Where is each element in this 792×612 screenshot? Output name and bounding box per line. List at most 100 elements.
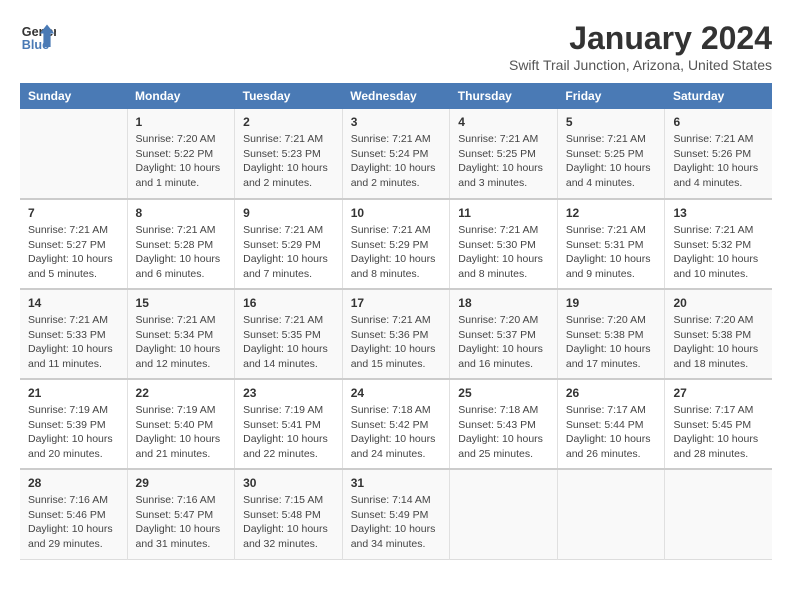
day-info: Sunrise: 7:21 AM Sunset: 5:27 PM Dayligh… [28, 223, 119, 282]
calendar-cell [20, 109, 127, 199]
day-info: Sunrise: 7:17 AM Sunset: 5:44 PM Dayligh… [566, 403, 657, 462]
page-header: General Blue January 2024 Swift Trail Ju… [20, 20, 772, 73]
day-number: 6 [673, 115, 764, 129]
day-number: 31 [351, 476, 442, 490]
day-number: 8 [136, 206, 227, 220]
week-row-2: 7 Sunrise: 7:21 AM Sunset: 5:27 PM Daylig… [20, 199, 772, 289]
day-info: Sunrise: 7:20 AM Sunset: 5:38 PM Dayligh… [673, 313, 764, 372]
day-number: 27 [673, 386, 764, 400]
calendar-cell: 21 Sunrise: 7:19 AM Sunset: 5:39 PM Dayli… [20, 379, 127, 469]
day-number: 9 [243, 206, 334, 220]
calendar-cell: 4 Sunrise: 7:21 AM Sunset: 5:25 PM Daylig… [450, 109, 558, 199]
day-number: 19 [566, 296, 657, 310]
column-header-thursday: Thursday [450, 83, 558, 109]
subtitle: Swift Trail Junction, Arizona, United St… [509, 57, 772, 73]
day-info: Sunrise: 7:21 AM Sunset: 5:24 PM Dayligh… [351, 132, 442, 191]
title-section: January 2024 Swift Trail Junction, Arizo… [509, 20, 772, 73]
column-header-tuesday: Tuesday [235, 83, 343, 109]
day-info: Sunrise: 7:21 AM Sunset: 5:25 PM Dayligh… [458, 132, 549, 191]
calendar-cell: 28 Sunrise: 7:16 AM Sunset: 5:46 PM Dayli… [20, 469, 127, 559]
day-number: 29 [136, 476, 227, 490]
day-number: 30 [243, 476, 334, 490]
calendar-cell: 16Sunrise: 7:21 AM Sunset: 5:35 PM Dayli… [235, 289, 343, 379]
calendar-cell: 24Sunrise: 7:18 AM Sunset: 5:42 PM Dayli… [342, 379, 450, 469]
calendar-cell: 5 Sunrise: 7:21 AM Sunset: 5:25 PM Daylig… [557, 109, 665, 199]
day-number: 23 [243, 386, 334, 400]
day-number: 22 [136, 386, 227, 400]
day-number: 10 [351, 206, 442, 220]
calendar-cell: 13Sunrise: 7:21 AM Sunset: 5:32 PM Dayli… [665, 199, 772, 289]
day-info: Sunrise: 7:21 AM Sunset: 5:25 PM Dayligh… [566, 132, 657, 191]
calendar-cell: 2 Sunrise: 7:21 AM Sunset: 5:23 PM Daylig… [235, 109, 343, 199]
day-info: Sunrise: 7:15 AM Sunset: 5:48 PM Dayligh… [243, 493, 334, 552]
calendar-cell [557, 469, 665, 559]
day-number: 17 [351, 296, 442, 310]
day-number: 3 [351, 115, 442, 129]
day-number: 20 [673, 296, 764, 310]
day-info: Sunrise: 7:21 AM Sunset: 5:35 PM Dayligh… [243, 313, 334, 372]
calendar-table: SundayMondayTuesdayWednesdayThursdayFrid… [20, 83, 772, 560]
calendar-cell: 31 Sunrise: 7:14 AM Sunset: 5:49 PM Dayli… [342, 469, 450, 559]
column-header-monday: Monday [127, 83, 235, 109]
day-number: 21 [28, 386, 119, 400]
header-row: SundayMondayTuesdayWednesdayThursdayFrid… [20, 83, 772, 109]
calendar-cell: 19Sunrise: 7:20 AM Sunset: 5:38 PM Dayli… [557, 289, 665, 379]
calendar-cell: 26 Sunrise: 7:17 AM Sunset: 5:44 PM Dayli… [557, 379, 665, 469]
day-info: Sunrise: 7:19 AM Sunset: 5:39 PM Dayligh… [28, 403, 119, 462]
column-header-saturday: Saturday [665, 83, 772, 109]
day-info: Sunrise: 7:18 AM Sunset: 5:42 PM Dayligh… [351, 403, 442, 462]
main-title: January 2024 [509, 20, 772, 57]
week-row-3: 14 Sunrise: 7:21 AM Sunset: 5:33 PM Dayli… [20, 289, 772, 379]
calendar-cell: 20 Sunrise: 7:20 AM Sunset: 5:38 PM Dayli… [665, 289, 772, 379]
day-number: 28 [28, 476, 119, 490]
day-info: Sunrise: 7:21 AM Sunset: 5:26 PM Dayligh… [673, 132, 764, 191]
day-info: Sunrise: 7:21 AM Sunset: 5:29 PM Dayligh… [351, 223, 442, 282]
day-number: 4 [458, 115, 549, 129]
day-number: 2 [243, 115, 334, 129]
day-number: 25 [458, 386, 549, 400]
column-header-wednesday: Wednesday [342, 83, 450, 109]
day-info: Sunrise: 7:21 AM Sunset: 5:33 PM Dayligh… [28, 313, 119, 372]
calendar-cell [450, 469, 558, 559]
calendar-cell: 17 Sunrise: 7:21 AM Sunset: 5:36 PM Dayli… [342, 289, 450, 379]
day-info: Sunrise: 7:16 AM Sunset: 5:46 PM Dayligh… [28, 493, 119, 552]
day-info: Sunrise: 7:20 AM Sunset: 5:37 PM Dayligh… [458, 313, 549, 372]
calendar-cell: 10 Sunrise: 7:21 AM Sunset: 5:29 PM Dayli… [342, 199, 450, 289]
day-number: 12 [566, 206, 657, 220]
column-header-sunday: Sunday [20, 83, 127, 109]
day-number: 11 [458, 206, 549, 220]
calendar-cell: 6 Sunrise: 7:21 AM Sunset: 5:26 PM Daylig… [665, 109, 772, 199]
calendar-cell: 1Sunrise: 7:20 AM Sunset: 5:22 PM Daylig… [127, 109, 235, 199]
column-header-friday: Friday [557, 83, 665, 109]
day-info: Sunrise: 7:17 AM Sunset: 5:45 PM Dayligh… [673, 403, 764, 462]
day-info: Sunrise: 7:21 AM Sunset: 5:31 PM Dayligh… [566, 223, 657, 282]
day-info: Sunrise: 7:16 AM Sunset: 5:47 PM Dayligh… [136, 493, 227, 552]
day-info: Sunrise: 7:21 AM Sunset: 5:36 PM Dayligh… [351, 313, 442, 372]
calendar-cell: 27 Sunrise: 7:17 AM Sunset: 5:45 PM Dayli… [665, 379, 772, 469]
calendar-cell: 29 Sunrise: 7:16 AM Sunset: 5:47 PM Dayli… [127, 469, 235, 559]
day-info: Sunrise: 7:20 AM Sunset: 5:22 PM Dayligh… [136, 132, 227, 191]
day-number: 14 [28, 296, 119, 310]
calendar-cell: 9 Sunrise: 7:21 AM Sunset: 5:29 PM Daylig… [235, 199, 343, 289]
calendar-cell: 3 Sunrise: 7:21 AM Sunset: 5:24 PM Daylig… [342, 109, 450, 199]
calendar-cell: 23Sunrise: 7:19 AM Sunset: 5:41 PM Dayli… [235, 379, 343, 469]
calendar-cell: 7 Sunrise: 7:21 AM Sunset: 5:27 PM Daylig… [20, 199, 127, 289]
day-info: Sunrise: 7:21 AM Sunset: 5:23 PM Dayligh… [243, 132, 334, 191]
logo: General Blue [20, 20, 56, 56]
day-info: Sunrise: 7:19 AM Sunset: 5:40 PM Dayligh… [136, 403, 227, 462]
day-info: Sunrise: 7:21 AM Sunset: 5:32 PM Dayligh… [673, 223, 764, 282]
calendar-cell: 8Sunrise: 7:21 AM Sunset: 5:28 PM Daylig… [127, 199, 235, 289]
calendar-cell: 11 Sunrise: 7:21 AM Sunset: 5:30 PM Dayli… [450, 199, 558, 289]
day-info: Sunrise: 7:14 AM Sunset: 5:49 PM Dayligh… [351, 493, 442, 552]
day-info: Sunrise: 7:21 AM Sunset: 5:29 PM Dayligh… [243, 223, 334, 282]
day-number: 5 [566, 115, 657, 129]
calendar-cell: 30 Sunrise: 7:15 AM Sunset: 5:48 PM Dayli… [235, 469, 343, 559]
day-number: 7 [28, 206, 119, 220]
day-info: Sunrise: 7:18 AM Sunset: 5:43 PM Dayligh… [458, 403, 549, 462]
day-info: Sunrise: 7:21 AM Sunset: 5:34 PM Dayligh… [136, 313, 227, 372]
day-number: 26 [566, 386, 657, 400]
day-number: 18 [458, 296, 549, 310]
calendar-cell: 12 Sunrise: 7:21 AM Sunset: 5:31 PM Dayli… [557, 199, 665, 289]
calendar-cell: 25 Sunrise: 7:18 AM Sunset: 5:43 PM Dayli… [450, 379, 558, 469]
day-info: Sunrise: 7:21 AM Sunset: 5:30 PM Dayligh… [458, 223, 549, 282]
